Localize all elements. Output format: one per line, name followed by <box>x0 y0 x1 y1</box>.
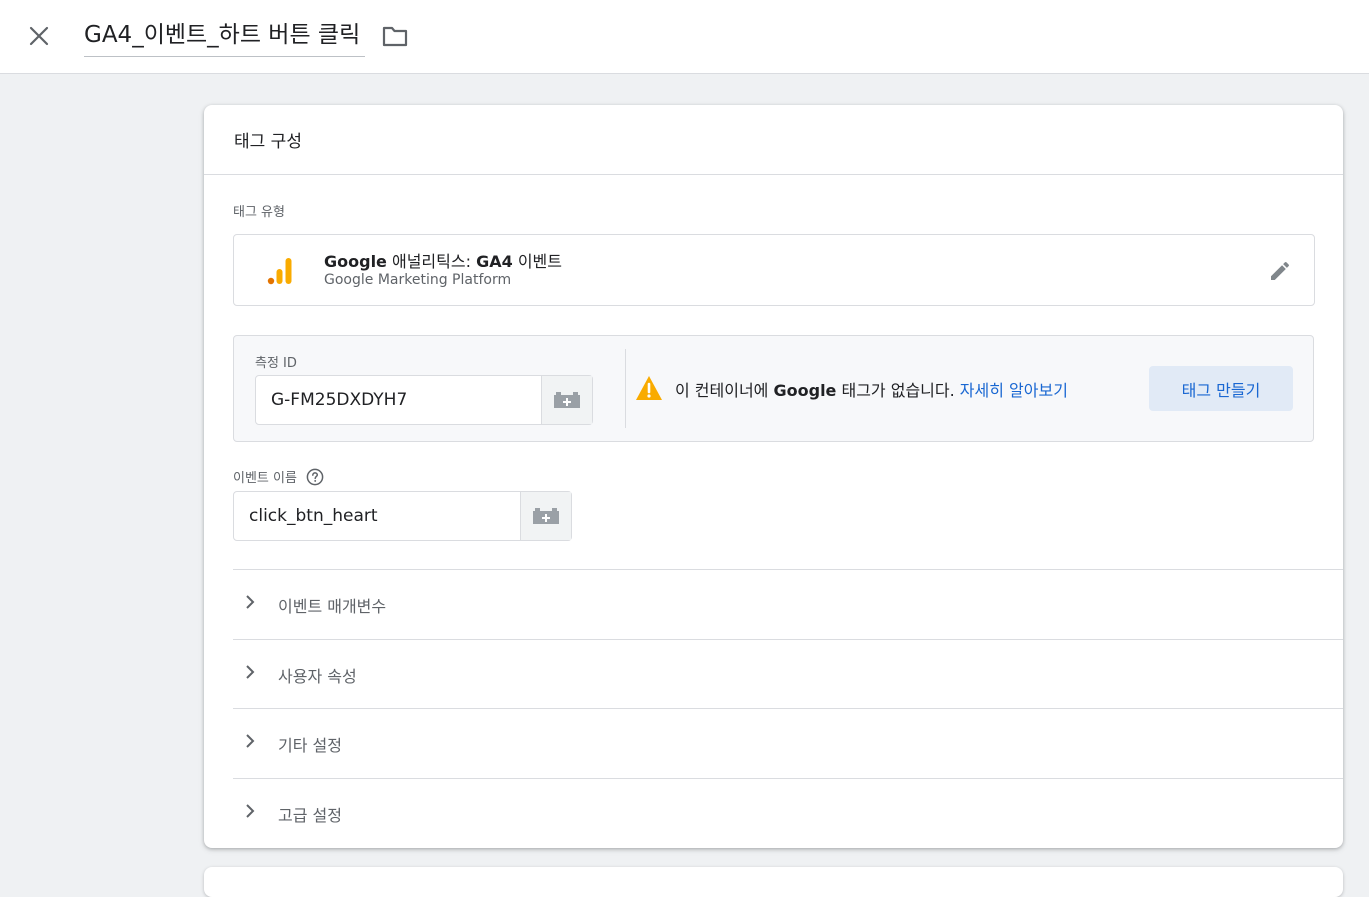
expander-advanced-settings[interactable]: 고급 설정 <box>233 778 1343 847</box>
card-header: 태그 구성 <box>204 105 1343 175</box>
learn-more-link[interactable]: 자세히 알아보기 <box>960 381 1068 400</box>
expander-label: 사용자 속성 <box>278 667 357 686</box>
close-icon[interactable] <box>24 21 54 51</box>
top-bar: GA4_이벤트_하트 버튼 클릭 <box>0 0 1369 74</box>
tag-name-input[interactable]: GA4_이벤트_하트 버튼 클릭 <box>84 19 365 57</box>
event-name-label-row: 이벤트 이름 <box>233 467 324 486</box>
create-tag-button[interactable]: 태그 만들기 <box>1149 366 1293 411</box>
google-analytics-icon <box>266 255 294 287</box>
expander-other-settings[interactable]: 기타 설정 <box>233 708 1343 777</box>
tag-type-name: Google 애널리틱스: GA4 이벤트 <box>324 252 562 271</box>
expander-label: 기타 설정 <box>278 736 342 755</box>
no-google-tag-warning: 이 컨테이너에 Google 태그가 없습니다. 자세히 알아보기 <box>675 381 1068 400</box>
event-name-field: click_btn_heart <box>233 491 572 541</box>
tag-configuration-card: 태그 구성 태그 유형 Google 애널리틱스: GA4 이벤트 Google… <box>204 105 1343 848</box>
expander-label: 고급 설정 <box>278 806 342 825</box>
chevron-right-icon <box>246 804 255 818</box>
measurement-id-input[interactable]: G-FM25DXDYH7 <box>256 376 541 424</box>
folder-icon[interactable] <box>380 22 410 50</box>
warning-icon <box>635 375 663 401</box>
measurement-id-panel: 측정 ID G-FM25DXDYH7 이 컨테이너에 Google 태그가 없습… <box>233 335 1314 442</box>
variable-picker-icon[interactable] <box>541 376 592 424</box>
chevron-right-icon <box>246 595 255 609</box>
expander-label: 이벤트 매개변수 <box>278 597 387 616</box>
expander-event-parameters[interactable]: 이벤트 매개변수 <box>233 569 1343 638</box>
event-name-input[interactable]: click_btn_heart <box>234 492 520 540</box>
variable-picker-icon[interactable] <box>520 492 571 540</box>
measurement-id-field: G-FM25DXDYH7 <box>255 375 593 425</box>
card-title: 태그 구성 <box>234 132 302 152</box>
chevron-right-icon <box>246 734 255 748</box>
tag-type-selector[interactable]: Google 애널리틱스: GA4 이벤트 Google Marketing P… <box>233 234 1315 306</box>
chevron-right-icon <box>246 665 255 679</box>
help-icon[interactable] <box>306 468 324 486</box>
event-name-label: 이벤트 이름 <box>233 471 297 486</box>
triggering-card <box>204 867 1343 897</box>
expander-user-properties[interactable]: 사용자 속성 <box>233 639 1343 708</box>
tag-type-label: 태그 유형 <box>233 205 285 220</box>
tag-type-platform: Google Marketing Platform <box>324 272 512 288</box>
panel-divider <box>625 349 626 428</box>
edit-icon[interactable] <box>1266 257 1294 285</box>
measurement-id-label: 측정 ID <box>255 356 297 371</box>
